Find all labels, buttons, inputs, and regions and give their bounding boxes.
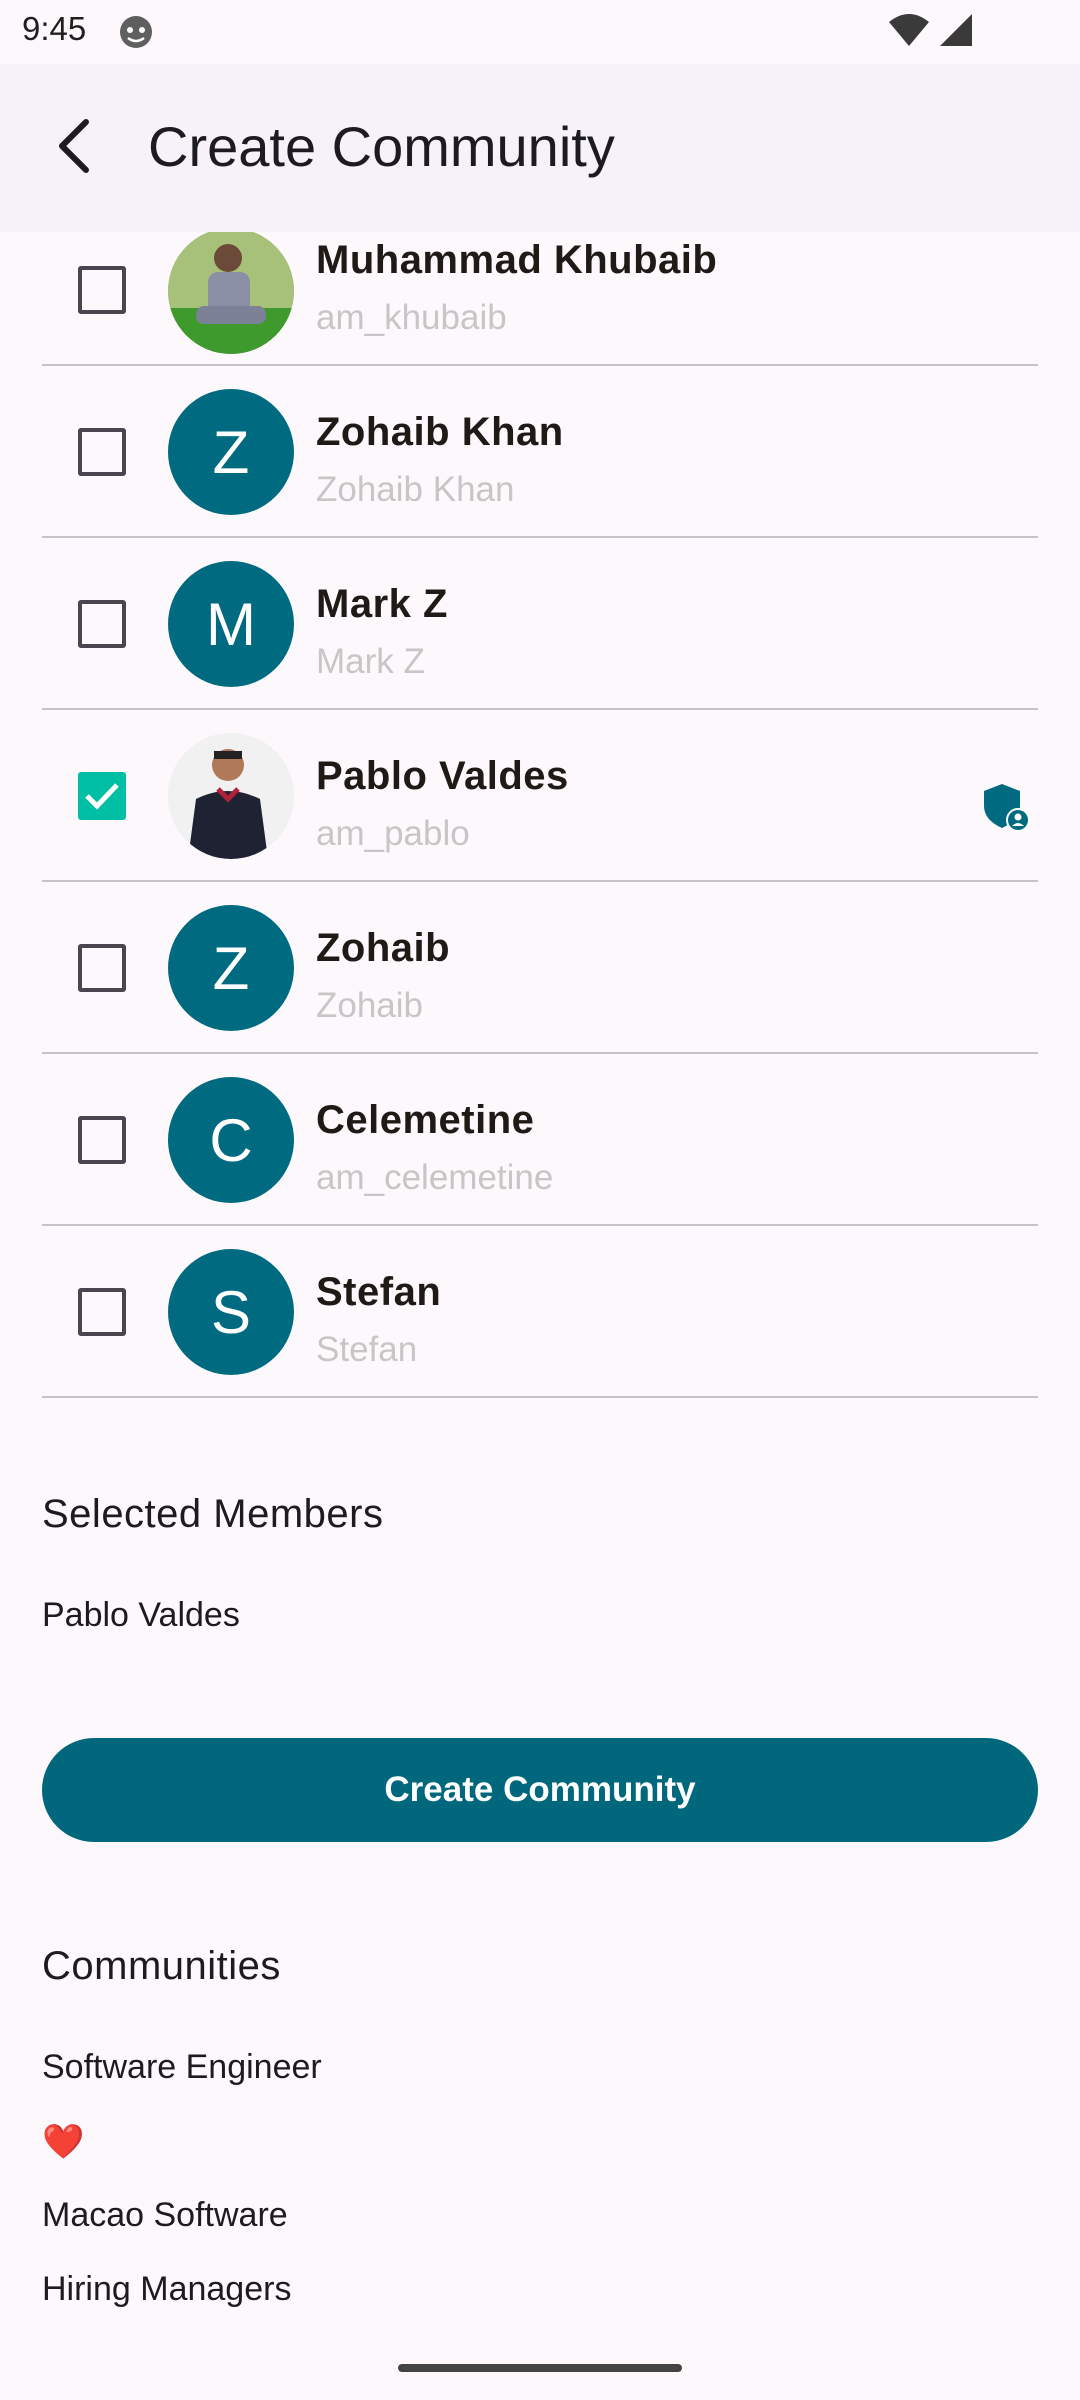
- divider: [42, 1396, 1038, 1398]
- list-item[interactable]: M Mark Z Mark Z: [0, 538, 1080, 710]
- avatar: C: [168, 1077, 294, 1203]
- create-community-button[interactable]: Create Community: [42, 1738, 1038, 1842]
- community-item[interactable]: Software Engineer: [42, 2048, 322, 2087]
- avatar: Z: [168, 389, 294, 515]
- cell-signal-icon: [938, 12, 974, 53]
- avatar: [168, 733, 294, 859]
- avatar-initial: Z: [212, 934, 250, 1002]
- member-handle: Zohaib: [316, 986, 424, 1025]
- member-handle: am_pablo: [316, 814, 470, 853]
- avatar-initial: S: [210, 1278, 252, 1346]
- member-checkbox[interactable]: [78, 1288, 126, 1336]
- status-time: 9:45: [22, 10, 87, 47]
- notification-face-icon: [118, 14, 154, 55]
- community-item[interactable]: Hiring Managers: [42, 2270, 291, 2309]
- avatar-initial: M: [206, 590, 256, 658]
- member-list: Muhammad Khubaib am_khubaib Z Zohaib Kha…: [0, 228, 1080, 1398]
- list-item[interactable]: C Celemetine am_celemetine: [0, 1054, 1080, 1226]
- list-item[interactable]: Muhammad Khubaib am_khubaib: [0, 228, 1080, 366]
- member-checkbox[interactable]: [78, 1116, 126, 1164]
- home-indicator[interactable]: [398, 2364, 682, 2372]
- list-item[interactable]: Pablo Valdes am_pablo: [0, 710, 1080, 882]
- member-checkbox[interactable]: [78, 944, 126, 992]
- member-checkbox[interactable]: [78, 428, 126, 476]
- wifi-icon: [888, 12, 930, 53]
- member-handle: am_celemetine: [316, 1158, 554, 1197]
- arrow-back-icon: [59, 119, 89, 173]
- member-checkbox[interactable]: [78, 266, 126, 314]
- list-item[interactable]: Z Zohaib Khan Zohaib Khan: [0, 366, 1080, 538]
- member-handle: am_khubaib: [316, 298, 507, 337]
- community-item[interactable]: Macao Software: [42, 2196, 288, 2235]
- app-bar: Create Community: [0, 64, 1080, 232]
- member-name: Celemetine: [316, 1098, 535, 1142]
- member-name: Zohaib Khan: [316, 410, 564, 454]
- avatar: Z: [168, 905, 294, 1031]
- avatar-initial: C: [209, 1106, 253, 1174]
- member-name: Mark Z: [316, 582, 448, 626]
- selected-members-heading: Selected Members: [42, 1492, 384, 1536]
- member-name: Pablo Valdes: [316, 754, 569, 798]
- list-item[interactable]: Z Zohaib Zohaib: [0, 882, 1080, 1054]
- member-checkbox-checked[interactable]: [78, 772, 126, 820]
- selected-member-item: Pablo Valdes: [42, 1596, 240, 1634]
- avatar: S: [168, 1249, 294, 1375]
- status-bar: 9:45: [0, 0, 1080, 64]
- communities-heading: Communities: [42, 1944, 281, 1988]
- avatar: M: [168, 561, 294, 687]
- community-item[interactable]: ❤️: [42, 2122, 84, 2162]
- member-checkbox[interactable]: [78, 600, 126, 648]
- avatar-initial: Z: [212, 418, 250, 486]
- admin-shield-icon: [978, 780, 1032, 839]
- member-name: Muhammad Khubaib: [316, 238, 718, 282]
- list-item[interactable]: S Stefan Stefan: [0, 1226, 1080, 1398]
- member-handle: Stefan: [316, 1330, 418, 1369]
- back-button[interactable]: [44, 110, 104, 182]
- member-handle: Zohaib Khan: [316, 470, 515, 509]
- avatar: [168, 228, 294, 354]
- member-name: Zohaib: [316, 926, 451, 970]
- member-handle: Mark Z: [316, 642, 425, 681]
- page-title: Create Community: [148, 115, 615, 178]
- member-name: Stefan: [316, 1270, 442, 1314]
- check-icon: [85, 783, 119, 810]
